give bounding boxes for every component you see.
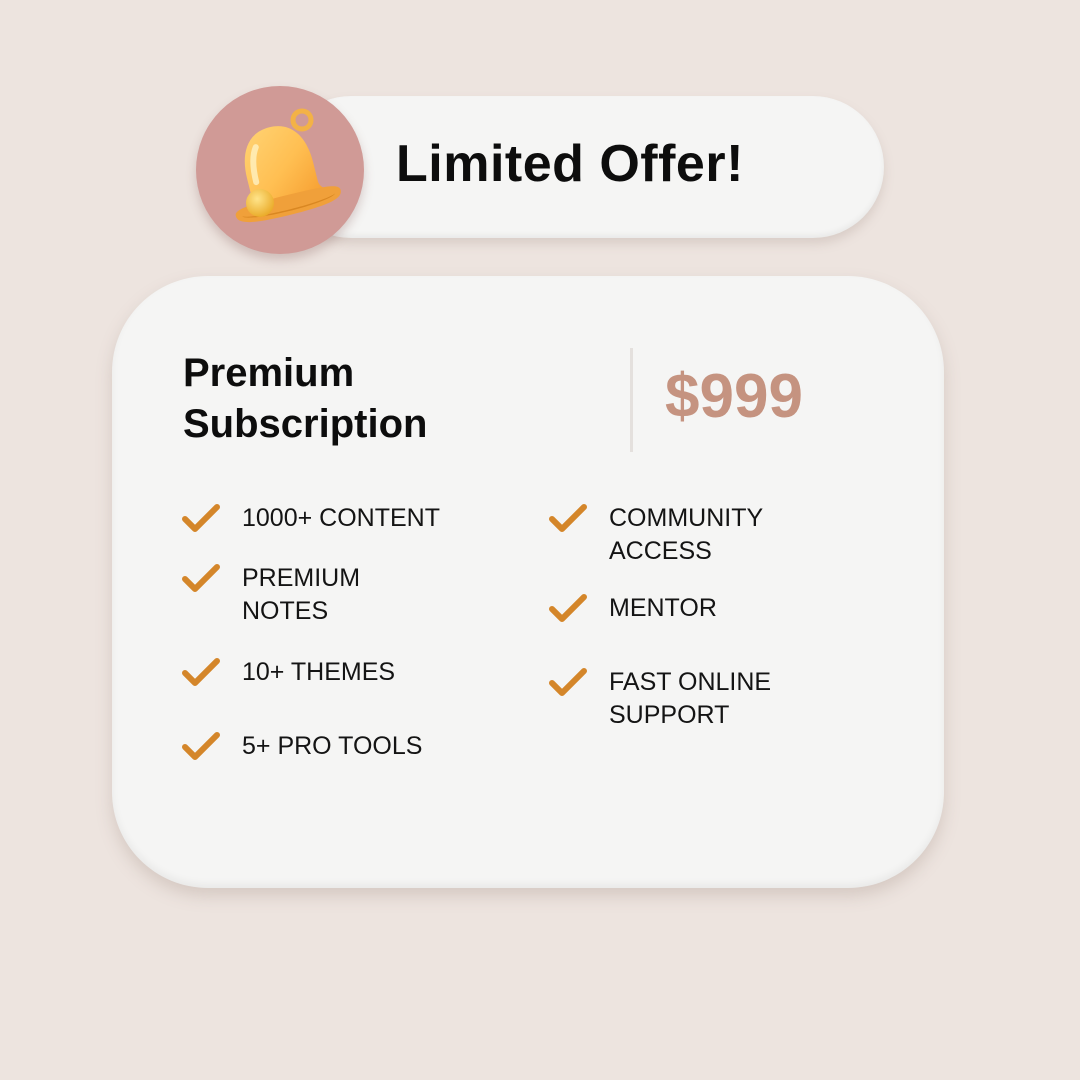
banner-title: Limited Offer! xyxy=(396,135,744,193)
feature-label: 1000+ CONTENT xyxy=(242,504,440,532)
bell-icon xyxy=(235,108,341,223)
feature-label: FAST ONLINE SUPPORT xyxy=(609,668,772,729)
feature-label: 5+ PRO TOOLS xyxy=(242,732,423,760)
plan-price: $999 xyxy=(665,362,803,431)
bell-badge xyxy=(196,86,364,254)
feature-label: MENTOR xyxy=(609,594,717,622)
check-icon xyxy=(182,732,220,760)
check-icon xyxy=(182,658,220,686)
check-icon xyxy=(182,504,220,532)
feature-label: COMMUNITY ACCESS xyxy=(609,504,764,565)
check-icon xyxy=(549,594,587,622)
plan-title: Premium Subscription xyxy=(183,351,428,446)
feature-label: 10+ THEMES xyxy=(242,658,396,686)
check-icon xyxy=(549,668,587,696)
check-icon xyxy=(549,504,587,532)
feature-label: PREMIUM NOTES xyxy=(242,564,361,625)
check-icon xyxy=(182,564,220,592)
divider xyxy=(630,348,633,452)
